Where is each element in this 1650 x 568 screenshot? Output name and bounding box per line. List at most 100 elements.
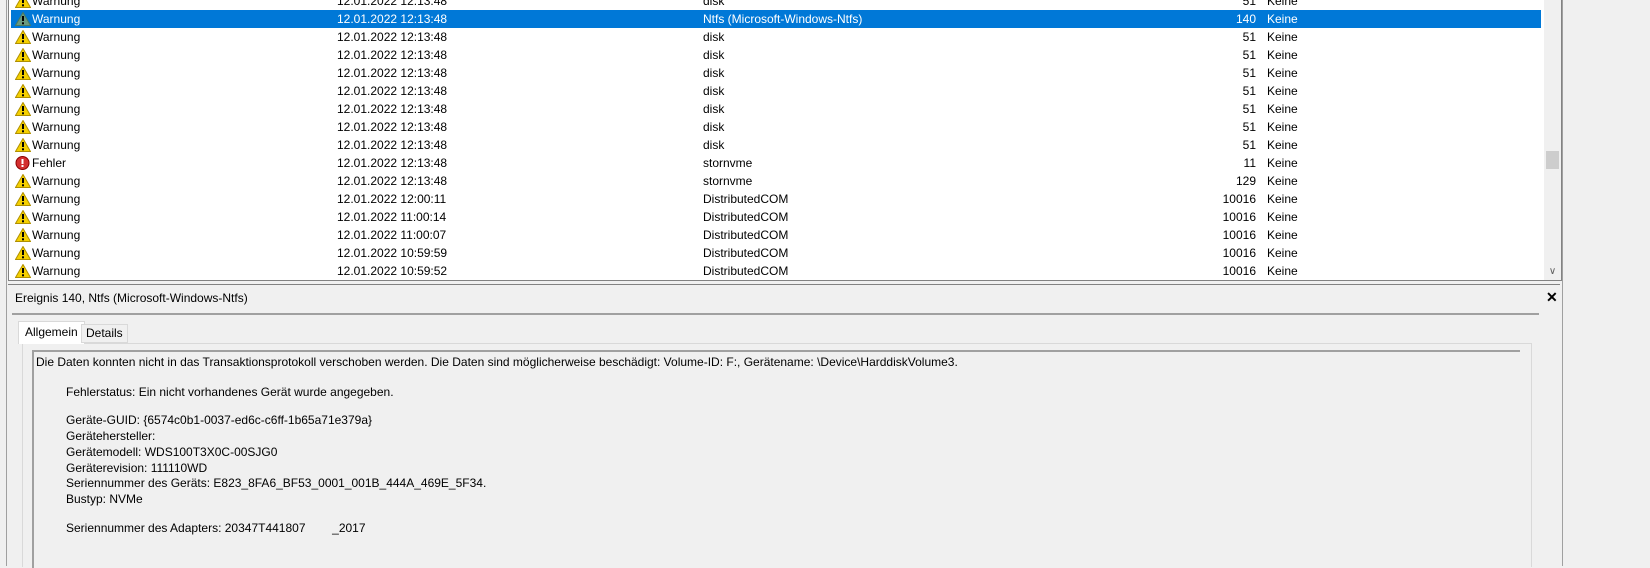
event-date: 12.01.2022 12:13:48 — [337, 30, 448, 44]
event-row[interactable]: Warnung 12.01.2022 12:13:48 stornvme 129… — [11, 172, 1541, 190]
event-level: Warnung — [32, 138, 81, 152]
warning-icon — [14, 119, 32, 134]
event-category: Keine — [1267, 102, 1298, 116]
event-source: disk — [703, 138, 725, 152]
event-id: 10016 — [1222, 246, 1256, 260]
event-row[interactable]: Warnung 12.01.2022 10:59:52 DistributedC… — [11, 262, 1541, 280]
pane-border — [1562, 0, 1563, 566]
event-level: Warnung — [32, 174, 81, 188]
event-source: DistributedCOM — [703, 228, 789, 242]
event-id: 10016 — [1222, 210, 1256, 224]
event-row[interactable]: Warnung 12.01.2022 12:00:11 DistributedC… — [11, 190, 1541, 208]
event-category: Keine — [1267, 138, 1298, 152]
description-line: Bustyp: NVMe — [66, 492, 143, 506]
event-row[interactable]: Warnung 12.01.2022 12:13:48 disk 51 Kein… — [11, 46, 1541, 64]
event-id: 51 — [1242, 138, 1256, 152]
event-category: Keine — [1267, 0, 1298, 8]
divider — [12, 313, 1539, 315]
close-icon[interactable]: ✕ — [1546, 289, 1558, 306]
vertical-scrollbar[interactable]: ∨ — [1544, 0, 1561, 280]
event-level: Warnung — [32, 84, 81, 98]
description-line: Gerätemodell: WDS100T3X0C-00SJG0 — [66, 445, 278, 459]
event-date: 12.01.2022 10:59:52 — [337, 264, 448, 278]
scroll-down-button[interactable]: ∨ — [1544, 263, 1561, 280]
event-source: disk — [703, 120, 725, 134]
event-row[interactable]: Warnung 12.01.2022 12:13:48 Ntfs (Micros… — [11, 10, 1541, 28]
event-source: DistributedCOM — [703, 192, 789, 206]
event-source: DistributedCOM — [703, 246, 789, 260]
event-source: DistributedCOM — [703, 264, 789, 278]
warning-icon — [14, 137, 32, 152]
event-row[interactable]: Warnung 12.01.2022 12:13:48 disk 51 Kein… — [11, 100, 1541, 118]
event-date: 12.01.2022 11:00:07 — [337, 228, 447, 242]
event-id: 10016 — [1222, 192, 1256, 206]
description-line: Geräterevision: 111110WD — [66, 461, 208, 475]
scrollbar-thumb[interactable] — [1546, 151, 1559, 169]
event-row[interactable]: Warnung 12.01.2022 11:00:07 DistributedC… — [11, 226, 1541, 244]
event-row[interactable]: Warnung 12.01.2022 12:13:48 disk 51 Kein… — [11, 64, 1541, 82]
warning-icon — [14, 209, 32, 224]
event-id: 51 — [1242, 102, 1256, 116]
event-row[interactable]: Warnung 12.01.2022 12:13:48 disk 51 Kein… — [11, 82, 1541, 100]
warning-icon — [14, 245, 32, 260]
event-source: disk — [703, 102, 725, 116]
warning-icon — [14, 227, 32, 242]
event-description[interactable]: Die Daten konnten nicht in das Transakti… — [32, 350, 1520, 568]
event-level: Warnung — [32, 264, 81, 278]
event-id: 129 — [1235, 174, 1256, 188]
event-source: stornvme — [703, 174, 753, 188]
event-level: Warnung — [32, 30, 81, 44]
event-id: 51 — [1242, 84, 1256, 98]
event-category: Keine — [1267, 192, 1298, 206]
error-icon — [15, 156, 31, 170]
event-level: Warnung — [32, 102, 81, 116]
event-level: Warnung — [32, 192, 81, 206]
event-source: disk — [703, 0, 725, 8]
warning-icon — [14, 191, 32, 206]
event-category: Keine — [1267, 66, 1298, 80]
event-category: Keine — [1267, 84, 1298, 98]
event-row[interactable]: Warnung 12.01.2022 11:00:14 DistributedC… — [11, 208, 1541, 226]
event-row[interactable]: Warnung 12.01.2022 12:13:48 disk 51 Kein… — [11, 28, 1541, 46]
event-id: 140 — [1235, 12, 1256, 26]
event-level: Warnung — [32, 66, 81, 80]
event-row[interactable]: Warnung 12.01.2022 10:59:59 DistributedC… — [11, 244, 1541, 262]
warning-icon — [14, 65, 32, 80]
description-message: Die Daten konnten nicht in das Transakti… — [36, 355, 958, 369]
event-source: disk — [703, 30, 725, 44]
event-level: Warnung — [32, 0, 81, 8]
event-date: 12.01.2022 12:13:48 — [337, 0, 448, 8]
event-row[interactable]: Warnung 12.01.2022 12:13:48 disk 51 Kein… — [11, 118, 1541, 136]
event-source: disk — [703, 84, 725, 98]
tab-details[interactable]: Details — [81, 324, 128, 343]
event-date: 12.01.2022 12:13:48 — [337, 120, 448, 134]
event-detail-title: Ereignis 140, Ntfs (Microsoft-Windows-Nt… — [15, 291, 248, 305]
event-row[interactable]: Fehler 12.01.2022 12:13:48 stornvme 11 K… — [11, 154, 1541, 172]
event-detail-header: Ereignis 140, Ntfs (Microsoft-Windows-Nt… — [8, 284, 1560, 309]
event-id: 51 — [1242, 120, 1256, 134]
event-source: Ntfs (Microsoft-Windows-Ntfs) — [703, 12, 863, 26]
warning-icon — [14, 47, 32, 62]
event-id: 51 — [1242, 48, 1256, 62]
event-source: DistributedCOM — [703, 210, 789, 224]
warning-icon — [14, 11, 32, 26]
warning-icon — [14, 83, 32, 98]
event-category: Keine — [1267, 30, 1298, 44]
tab-general[interactable]: Allgemein — [18, 321, 85, 344]
warning-icon — [14, 29, 32, 44]
event-date: 12.01.2022 11:00:14 — [337, 210, 447, 224]
description-adapter: Seriennummer des Adapters: 20347T441807 … — [66, 521, 366, 535]
event-id: 51 — [1242, 66, 1256, 80]
event-date: 12.01.2022 12:13:48 — [337, 138, 448, 152]
event-list[interactable]: Warnung 12.01.2022 12:13:48 disk 51 Kein… — [8, 0, 1562, 281]
event-category: Keine — [1267, 156, 1298, 170]
event-category: Keine — [1267, 264, 1298, 278]
event-level: Fehler — [32, 156, 67, 170]
event-row[interactable]: Warnung 12.01.2022 12:13:48 disk 51 Kein… — [11, 0, 1541, 10]
event-category: Keine — [1267, 228, 1298, 242]
event-id: 10016 — [1222, 228, 1256, 242]
warning-icon — [14, 173, 32, 188]
event-date: 12.01.2022 12:13:48 — [337, 48, 448, 62]
warning-icon — [14, 101, 32, 116]
event-row[interactable]: Warnung 12.01.2022 12:13:48 disk 51 Kein… — [11, 136, 1541, 154]
